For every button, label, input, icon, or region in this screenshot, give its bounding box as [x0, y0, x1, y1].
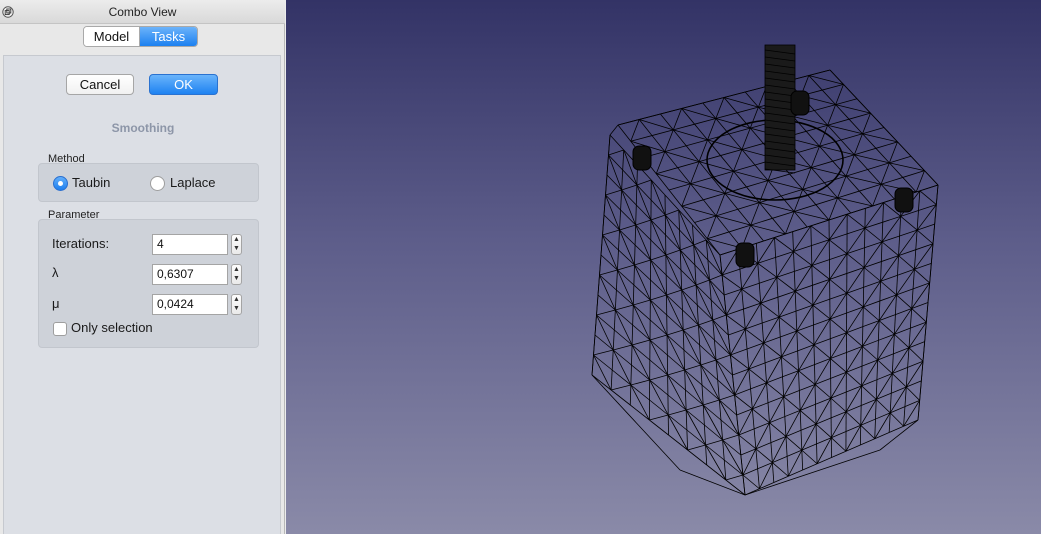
lambda-input[interactable]: 0,6307: [152, 264, 228, 285]
taubin-label[interactable]: Taubin: [72, 175, 110, 190]
wireframe-mesh: [591, 44, 939, 496]
panel-title: Combo View: [108, 5, 177, 19]
chevron-down-icon[interactable]: ▼: [233, 305, 240, 312]
laplace-radio[interactable]: [150, 176, 165, 191]
taubin-radio[interactable]: [53, 176, 68, 191]
mu-input[interactable]: 0,0424: [152, 294, 228, 315]
only-selection-checkbox[interactable]: [53, 322, 67, 336]
task-panel: Cancel OK Smoothing Method Taubin Laplac…: [3, 55, 281, 534]
tab-bar: Model Tasks: [83, 26, 198, 47]
method-group: Taubin Laplace: [38, 163, 259, 202]
parameter-group: Iterations: 4 ▲ ▼ λ 0,6307 ▲ ▼ μ 0,0424 …: [38, 219, 259, 348]
chevron-down-icon[interactable]: ▼: [233, 275, 240, 282]
laplace-label[interactable]: Laplace: [170, 175, 216, 190]
mu-stepper[interactable]: ▲ ▼: [231, 294, 242, 315]
tab-model[interactable]: Model: [84, 27, 140, 46]
section-title[interactable]: Smoothing: [4, 121, 282, 135]
mu-label: μ: [52, 296, 60, 311]
lambda-stepper[interactable]: ▲ ▼: [231, 264, 242, 285]
chevron-down-icon[interactable]: ▼: [233, 245, 240, 252]
chevron-up-icon[interactable]: ▲: [233, 236, 240, 243]
3d-viewport[interactable]: [286, 0, 1041, 534]
iterations-stepper[interactable]: ▲ ▼: [231, 234, 242, 255]
combo-view-panel: Combo View Model Tasks Cancel OK Smoothi…: [0, 0, 285, 534]
panel-titlebar: Combo View: [0, 0, 285, 24]
iterations-input[interactable]: 4: [152, 234, 228, 255]
chevron-up-icon[interactable]: ▲: [233, 266, 240, 273]
only-selection-label[interactable]: Only selection: [71, 320, 153, 335]
tab-tasks[interactable]: Tasks: [140, 27, 197, 46]
cancel-button[interactable]: Cancel: [66, 74, 134, 95]
chevron-up-icon[interactable]: ▲: [233, 296, 240, 303]
iterations-label: Iterations:: [52, 236, 110, 251]
ok-button[interactable]: OK: [149, 74, 218, 95]
lambda-label: λ: [52, 265, 59, 280]
